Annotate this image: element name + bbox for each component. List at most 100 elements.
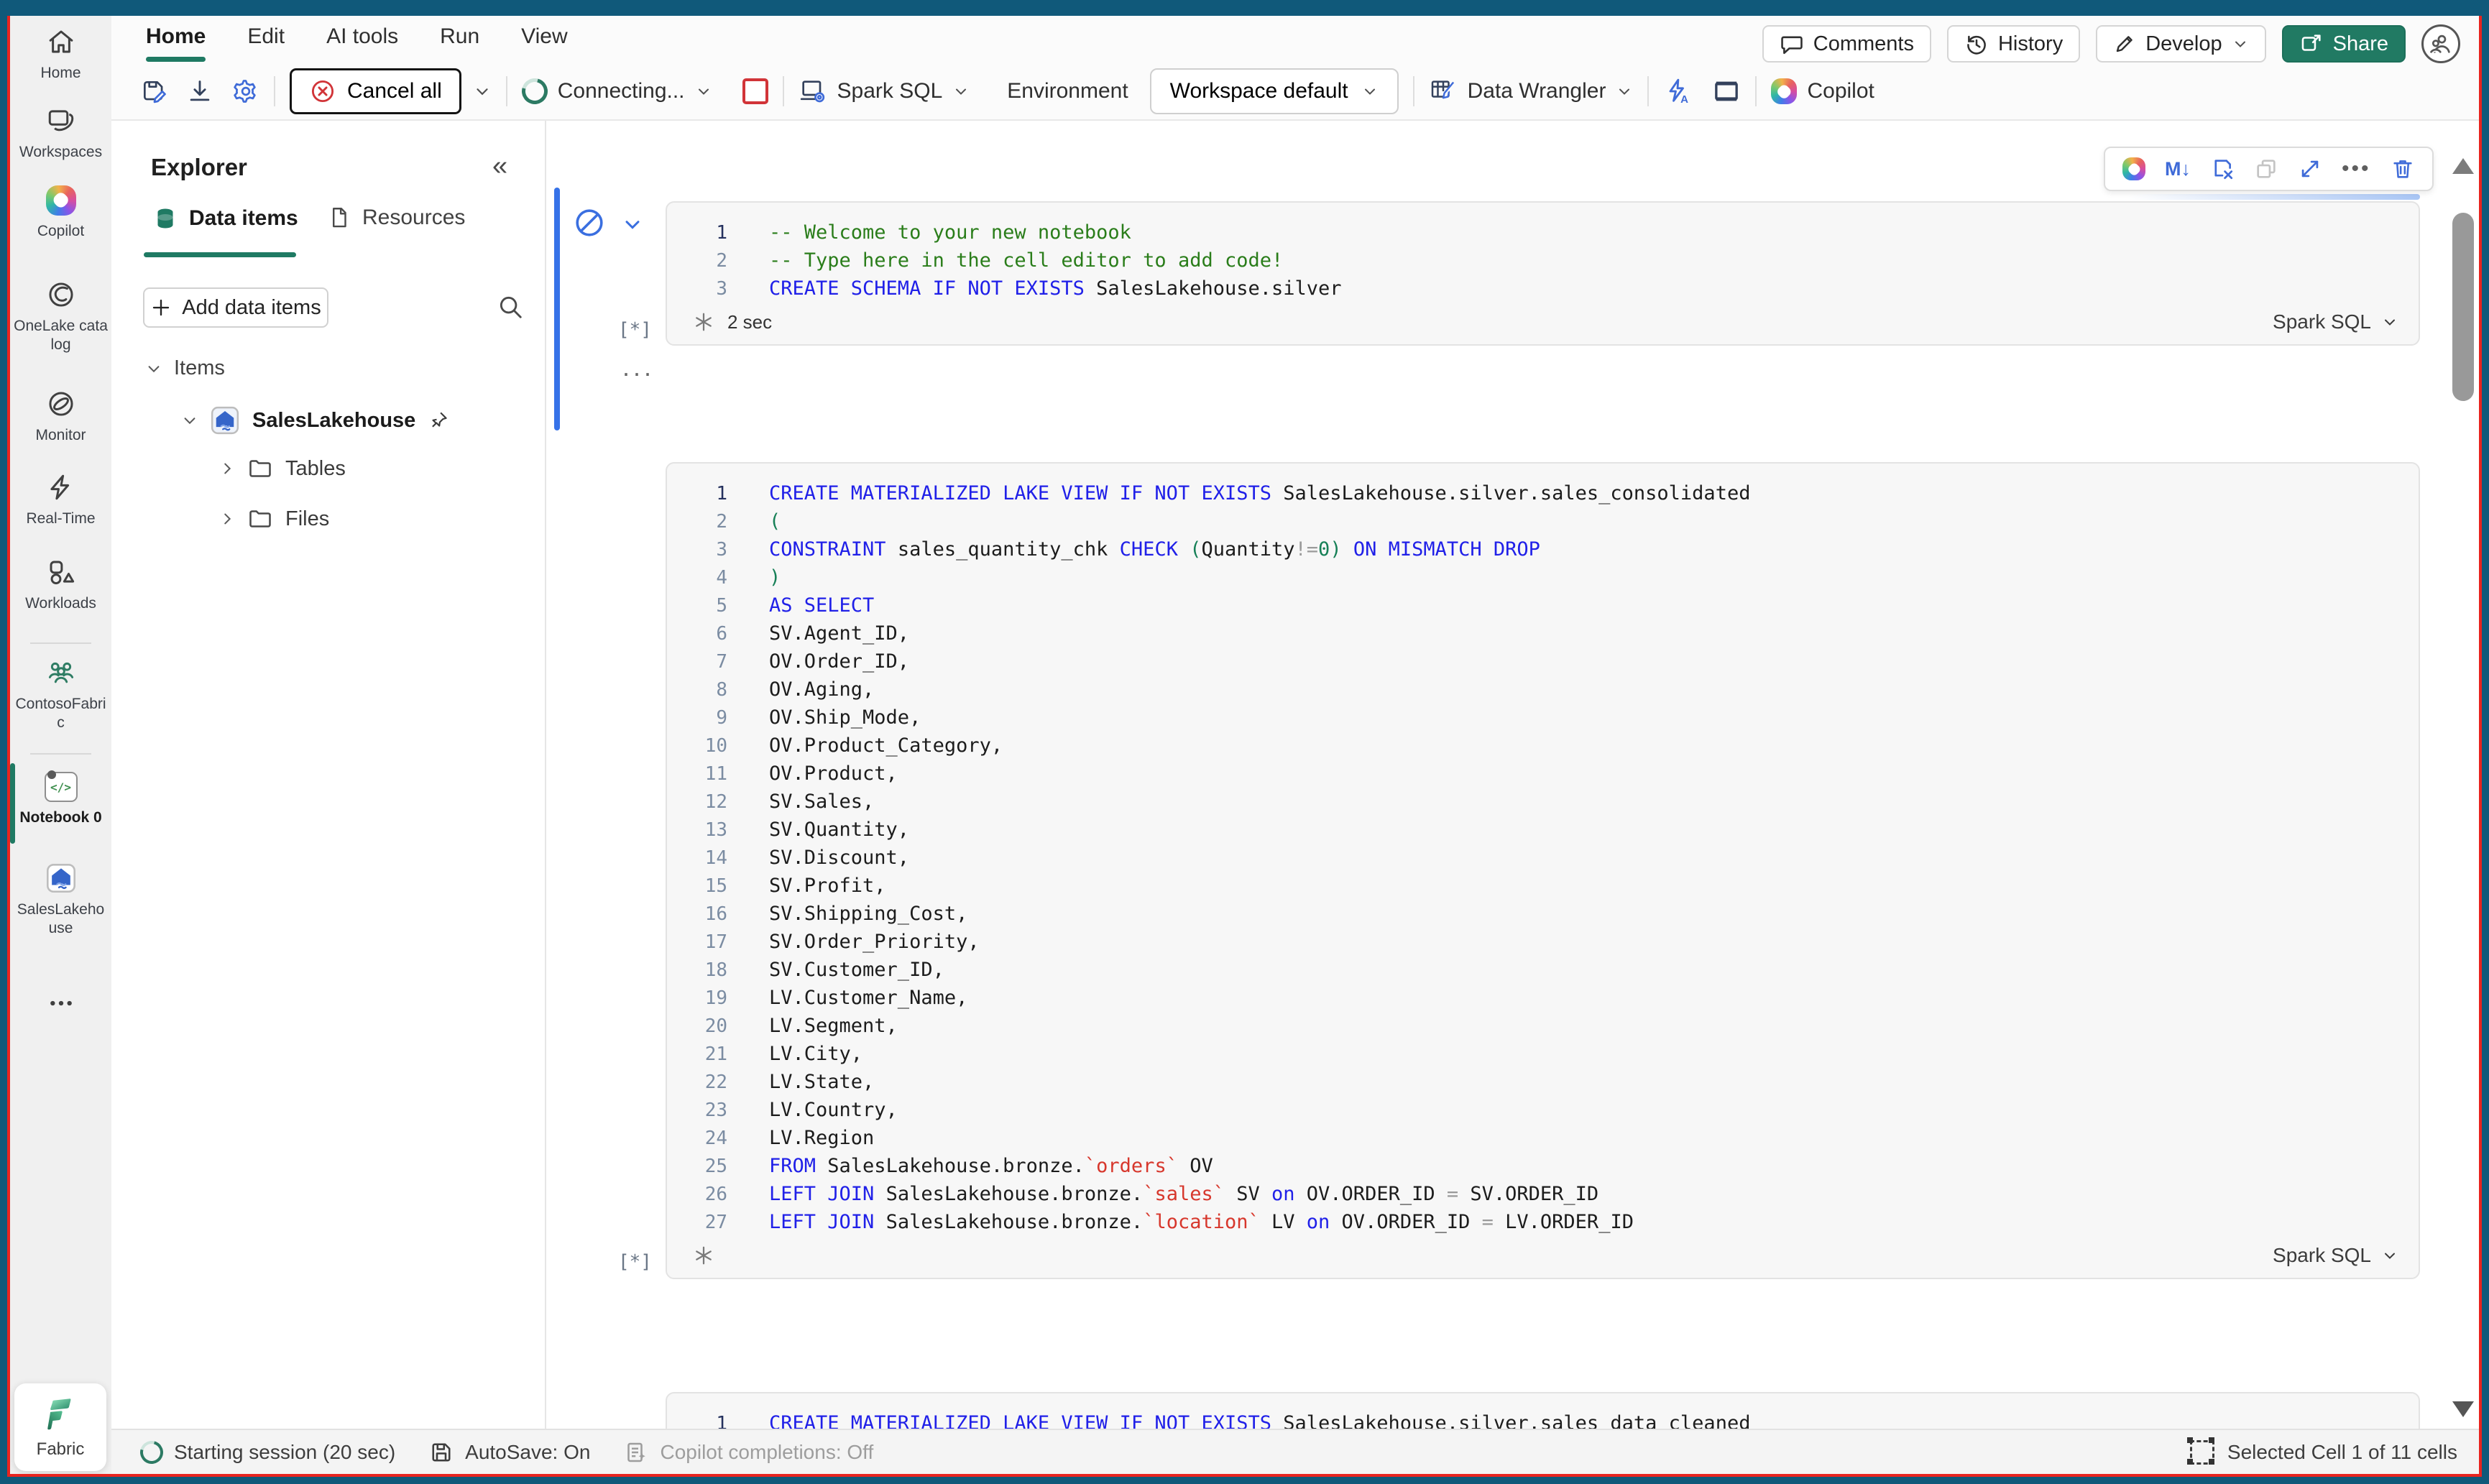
tab-data-items[interactable]: Data items <box>152 206 298 231</box>
copilot-cell-icon[interactable] <box>2122 157 2145 180</box>
code-line[interactable]: 21 LV.City, <box>667 1040 2419 1068</box>
focus-mode-icon[interactable] <box>1712 77 1741 106</box>
code-line[interactable]: 3 CREATE SCHEMA IF NOT EXISTS SalesLakeho… <box>667 275 2419 303</box>
tree-item-items[interactable]: Items <box>146 356 225 380</box>
cancel-all-button[interactable]: Cancel all <box>290 68 461 114</box>
collapse-explorer-icon[interactable]: « <box>492 151 507 182</box>
session-status[interactable]: Starting session (20 sec) <box>136 1436 395 1468</box>
sidebar-item-real-time[interactable]: Real-Time <box>10 471 111 528</box>
sidebar-item-workspaces[interactable]: Workspaces <box>10 105 111 162</box>
delete-cell-icon[interactable] <box>2391 157 2415 181</box>
more-cell-actions-icon[interactable]: ••• <box>2342 157 2371 181</box>
develop-button[interactable]: Develop <box>2096 25 2266 63</box>
menu-home[interactable]: Home <box>146 24 206 62</box>
history-button[interactable]: History <box>1946 25 2081 63</box>
code-line[interactable]: 10 OV.Product_Category, <box>667 732 2419 760</box>
code-line[interactable]: 27 LEFT JOIN SalesLakehouse.bronze.`locat… <box>667 1208 2419 1236</box>
stop-session-icon[interactable] <box>742 78 768 104</box>
tree-item-files[interactable]: Files <box>219 506 329 532</box>
clear-outputs-icon[interactable] <box>2210 157 2235 181</box>
autosave-status[interactable]: AutoSave: On <box>428 1439 590 1465</box>
session-status-dropdown[interactable]: Connecting... <box>517 73 712 109</box>
code-line[interactable]: 9 OV.Ship_Mode, <box>667 704 2419 732</box>
code-line[interactable]: 5 AS SELECT <box>667 591 2419 619</box>
copilot-completions-status[interactable]: Copilot completions: Off <box>623 1439 873 1465</box>
code-line[interactable]: 4) <box>667 563 2419 591</box>
code-line[interactable]: 6 SV.Agent_ID, <box>667 619 2419 647</box>
tree-item-saleslakehouse[interactable]: SalesLakehouse <box>182 405 449 435</box>
cell-2-code[interactable]: 1 CREATE MATERIALIZED LAKE VIEW IF NOT EX… <box>667 464 2419 1236</box>
copy-cell-icon[interactable] <box>2254 157 2278 181</box>
tab-resources[interactable]: Resources <box>327 206 465 230</box>
sidebar-item-monitor[interactable]: Monitor <box>10 388 111 445</box>
code-cell-1[interactable]: 1 -- Welcome to your new notebook 2 -- Type… <box>666 201 2420 346</box>
code-line[interactable]: 8 OV.Aging, <box>667 676 2419 704</box>
pin-icon[interactable] <box>428 410 449 431</box>
menu-run[interactable]: Run <box>440 24 479 56</box>
scroll-down-arrow[interactable] <box>2452 1401 2474 1417</box>
code-line[interactable]: 19 LV.Customer_Name, <box>667 984 2419 1012</box>
scrollbar-thumb[interactable] <box>2452 213 2474 401</box>
save-icon[interactable] <box>140 78 167 105</box>
sidebar-item-home[interactable]: Home <box>10 26 111 83</box>
code-line[interactable]: 24 LV.Region <box>667 1124 2419 1152</box>
fabric-home-button[interactable]: Fabric <box>14 1383 106 1471</box>
share-button[interactable]: Share <box>2281 25 2406 63</box>
sidebar-item-onelake-catalog[interactable]: OneLake catalog <box>10 279 111 354</box>
workspace-default-dropdown[interactable]: Workspace default <box>1149 68 1399 114</box>
code-line[interactable]: 11 OV.Product, <box>667 760 2419 788</box>
cell-1-code[interactable]: 1 -- Welcome to your new notebook 2 -- Type… <box>667 203 2419 303</box>
code-line[interactable]: 3 CONSTRAINT sales_quantity_chk CHECK (Qu… <box>667 535 2419 563</box>
add-data-items-button[interactable]: Add data items <box>143 287 328 328</box>
expand-cell-icon[interactable] <box>2298 157 2322 181</box>
cell-2-language-dropdown[interactable]: Spark SQL <box>2273 1244 2398 1267</box>
download-icon[interactable] <box>186 78 213 105</box>
menu-edit[interactable]: Edit <box>247 24 285 56</box>
code-line[interactable]: 13 SV.Quantity, <box>667 816 2419 844</box>
code-line[interactable]: 2 -- Type here in the cell editor to add … <box>667 246 2419 275</box>
cell-3-code[interactable]: 1 CREATE MATERIALIZED LAKE VIEW IF NOT EX… <box>667 1393 2419 1429</box>
code-cell-3[interactable]: 1 CREATE MATERIALIZED LAKE VIEW IF NOT EX… <box>666 1392 2420 1429</box>
scroll-up-arrow[interactable] <box>2452 158 2474 174</box>
code-line[interactable]: 1 -- Welcome to your new notebook <box>667 218 2419 246</box>
search-icon[interactable] <box>497 293 524 321</box>
between-cells-more[interactable]: ... <box>622 352 655 382</box>
account-avatar[interactable] <box>2421 24 2460 63</box>
code-line[interactable]: 18 SV.Customer_ID, <box>667 956 2419 984</box>
code-line[interactable]: 23 LV.Country, <box>667 1096 2419 1124</box>
sidebar-item-notebook-0[interactable]: </> Notebook 0 <box>10 770 111 827</box>
code-line[interactable]: 14 SV.Discount, <box>667 844 2419 872</box>
code-cell-2[interactable]: 1 CREATE MATERIALIZED LAKE VIEW IF NOT EX… <box>666 462 2420 1279</box>
code-line[interactable]: 16 SV.Shipping_Cost, <box>667 900 2419 928</box>
code-line[interactable]: 25 FROM SalesLakehouse.bronze.`orders` OV <box>667 1152 2419 1180</box>
sidebar-item-saleslakehouse[interactable]: SalesLakehouse <box>10 862 111 938</box>
code-line[interactable]: 22 LV.State, <box>667 1068 2419 1096</box>
notebook-scrollbar[interactable] <box>2449 121 2478 1429</box>
code-line[interactable]: 1 CREATE MATERIALIZED LAKE VIEW IF NOT EX… <box>667 479 2419 507</box>
sidebar-item-workloads[interactable]: Workloads <box>10 556 111 613</box>
markdown-convert-icon[interactable]: M↓ <box>2165 158 2191 180</box>
copilot-button[interactable]: Copilot <box>1771 78 1874 104</box>
sidebar-item-copilot[interactable]: Copilot <box>10 185 111 241</box>
code-line[interactable]: 2( <box>667 507 2419 535</box>
code-line[interactable]: 7 OV.Order_ID, <box>667 647 2419 676</box>
code-line[interactable]: 1 CREATE MATERIALIZED LAKE VIEW IF NOT EX… <box>667 1409 2419 1429</box>
code-line[interactable]: 12 SV.Sales, <box>667 788 2419 816</box>
sidebar-item-contosofabric[interactable]: ContosoFabric <box>10 657 111 732</box>
cancel-all-chevron[interactable] <box>473 82 492 101</box>
cell-1-language-dropdown[interactable]: Spark SQL <box>2273 310 2398 333</box>
comments-button[interactable]: Comments <box>1762 25 1931 63</box>
code-line[interactable]: 15 SV.Profit, <box>667 872 2419 900</box>
data-wrangler-dropdown[interactable]: Data Wrangler <box>1429 77 1634 106</box>
environment-label[interactable]: Environment <box>1007 79 1128 103</box>
code-line[interactable]: 26 LEFT JOIN SalesLakehouse.bronze.`sales… <box>667 1180 2419 1208</box>
quick-actions-icon[interactable]: A <box>1663 77 1692 106</box>
sidebar-item-more[interactable] <box>10 987 111 1019</box>
code-line[interactable]: 17 SV.Order_Priority, <box>667 928 2419 956</box>
code-line[interactable]: 20 LV.Segment, <box>667 1012 2419 1040</box>
tree-item-tables[interactable]: Tables <box>219 456 346 481</box>
menu-ai-tools[interactable]: AI tools <box>326 24 398 56</box>
language-dropdown[interactable]: Spark SQL <box>799 77 970 106</box>
cancel-run-cell-button[interactable] <box>572 206 607 240</box>
settings-gear-icon[interactable] <box>232 78 259 105</box>
